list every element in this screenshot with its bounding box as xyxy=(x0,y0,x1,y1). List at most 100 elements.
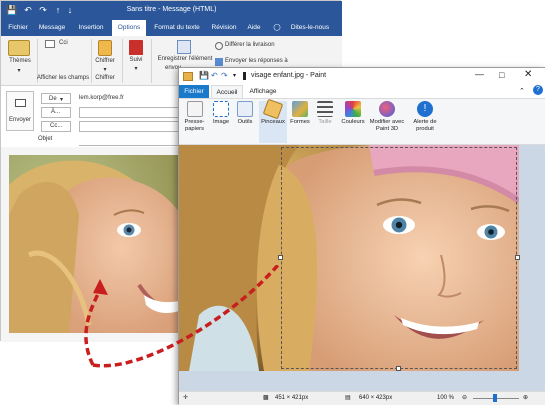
paint3d-button[interactable]: Modifier avec Paint 3D xyxy=(369,101,405,143)
arrowhead xyxy=(93,279,108,295)
taille-button[interactable]: Taille xyxy=(313,101,337,143)
selection-size-icon: ▩ xyxy=(263,395,269,401)
zoom-out-button[interactable]: ⊖ xyxy=(462,392,467,405)
pinceaux-label: Pinceaux xyxy=(261,119,285,125)
paint-status-bar: ✛ ▩ 451 × 421px ▤ 640 × 423px 100 % ⊖ ⊕ xyxy=(179,391,545,405)
dashed-arrow xyxy=(84,265,280,368)
chevron-down-icon: ▾ xyxy=(134,66,138,72)
paint-ribbon: Presse-papiers Image Outils Pinceaux For… xyxy=(179,98,545,145)
title-separator xyxy=(243,72,246,80)
selection-handle[interactable] xyxy=(278,255,283,260)
to-label: À... xyxy=(51,109,61,115)
paint-ribbon-tabs: Fichier Accueil Affichage ⌃ ? xyxy=(179,85,545,98)
clock-icon xyxy=(215,42,223,50)
paint-title-bar: 💾 ↶ ↷ ▾ visage enfant.jpg - Paint — □ ✕ xyxy=(179,68,545,85)
brush-icon xyxy=(262,98,284,120)
pinceaux-button[interactable]: Pinceaux xyxy=(259,98,287,143)
outlook-window-title: Sans titre - Message (HTML) xyxy=(126,6,217,13)
from-dropdown-button[interactable]: De ▾ xyxy=(41,93,71,104)
themes-icon xyxy=(8,40,30,56)
chevron-down-icon[interactable]: ▾ xyxy=(233,72,236,79)
save-icon[interactable]: 💾 xyxy=(199,71,209,80)
taille-label: Taille xyxy=(318,119,332,125)
cc-button[interactable]: Cc... xyxy=(41,121,71,132)
chevron-down-icon: ▾ xyxy=(60,97,64,103)
outlook-ribbon-tabs: Fichier Message Insertion Options Format… xyxy=(1,20,342,36)
pencil-icon xyxy=(237,101,253,117)
envoyer-reponses-button[interactable]: Envoyer les réponses à xyxy=(225,58,291,64)
minimize-button[interactable]: — xyxy=(475,69,484,79)
reply-to-icon xyxy=(215,58,223,66)
chevron-up-icon[interactable]: ⌃ xyxy=(519,87,525,95)
subject-label: Objet xyxy=(38,136,53,142)
alerte-label: Alerte de produit xyxy=(413,119,437,132)
themes-button[interactable]: Thèmes xyxy=(3,58,37,64)
afficher-champs-group-label: Afficher les champs xyxy=(36,75,90,81)
shapes-icon xyxy=(292,101,308,117)
tab-fichier[interactable]: Fichier xyxy=(179,85,209,98)
chiffrer-group-label: Chiffrer xyxy=(95,75,115,81)
chevron-down-icon: ▾ xyxy=(103,67,107,73)
zoom-in-button[interactable]: ⊕ xyxy=(523,392,528,405)
outils-label: Outils xyxy=(237,119,253,125)
send-button-label: Envoyer xyxy=(8,117,31,123)
tab-accueil[interactable]: Accueil xyxy=(211,85,243,98)
chiffrer-button[interactable]: Chiffrer xyxy=(89,58,121,64)
paint-app-icon xyxy=(183,72,193,81)
image-size: 640 × 423px xyxy=(359,395,393,401)
formes-button[interactable]: Formes xyxy=(289,101,311,143)
move-cursor-icon: ✛ xyxy=(183,395,189,401)
selection-handle[interactable] xyxy=(515,255,520,260)
maximize-button[interactable]: □ xyxy=(499,70,504,80)
tab-revision[interactable]: Révision xyxy=(208,20,240,36)
image-size-icon: ▤ xyxy=(345,395,351,401)
tab-insertion[interactable]: Insertion xyxy=(73,20,109,36)
selection-rectangle[interactable] xyxy=(281,147,517,369)
formes-label: Formes xyxy=(290,119,310,125)
zoom-level: 100 % xyxy=(437,395,455,401)
tab-fichier[interactable]: Fichier xyxy=(4,20,32,36)
save-item-icon xyxy=(177,40,191,54)
size-lines-icon xyxy=(317,101,333,117)
enregistrer-element-button[interactable]: Enregistrer l'élément xyxy=(151,56,219,62)
zoom-slider-thumb[interactable] xyxy=(493,394,497,402)
cci-button[interactable]: Cci xyxy=(59,40,73,46)
alerte-produit-button[interactable]: ! Alerte de produit xyxy=(409,101,441,143)
couleurs-label: Couleurs xyxy=(341,119,365,125)
tab-affichage[interactable]: Affichage xyxy=(245,85,281,98)
info-icon: ! xyxy=(417,101,433,117)
presse-papiers-button[interactable]: Presse-papiers xyxy=(181,101,208,143)
paint-window-title: visage enfant.jpg - Paint xyxy=(251,72,327,79)
envoy-label: envoy xyxy=(164,65,181,71)
tab-message[interactable]: Message xyxy=(34,20,70,36)
outils-button[interactable]: Outils xyxy=(234,101,256,143)
image-button[interactable]: Image xyxy=(210,101,232,143)
tab-options[interactable]: Options xyxy=(112,20,146,36)
suivi-button[interactable]: Suivi xyxy=(123,57,149,63)
from-value: lem.korp@free.fr xyxy=(79,95,124,101)
cci-icon xyxy=(45,40,55,48)
close-button[interactable]: ✕ xyxy=(524,69,532,80)
from-label: De xyxy=(49,96,57,102)
lightbulb-icon: ◯ xyxy=(273,24,281,31)
send-button[interactable]: Envoyer xyxy=(6,91,34,131)
chevron-down-icon: ▾ xyxy=(17,68,21,74)
envelope-icon xyxy=(15,99,26,107)
help-icon[interactable]: ? xyxy=(533,85,543,95)
tab-aide[interactable]: Aide xyxy=(243,20,265,36)
tab-dites-le-nous[interactable]: Dites-le-nous xyxy=(286,20,334,36)
undo-icon[interactable]: ↶ xyxy=(211,71,218,80)
outlook-title-bar: 💾 ↶ ↷ ↑ ↓ Sans titre - Message (HTML) xyxy=(1,1,342,20)
palette-icon xyxy=(345,101,361,117)
selection-handle[interactable] xyxy=(396,366,401,371)
differer-livraison-button[interactable]: Différer la livraison xyxy=(225,42,285,48)
select-image-icon xyxy=(213,101,229,117)
presse-papiers-label: Presse-papiers xyxy=(184,119,205,132)
to-button[interactable]: À... xyxy=(41,107,71,118)
redo-icon[interactable]: ↷ xyxy=(221,71,228,80)
paint3d-icon xyxy=(379,101,395,117)
couleurs-button[interactable]: Couleurs xyxy=(339,101,367,143)
selection-size: 451 × 421px xyxy=(275,395,309,401)
clipboard-icon xyxy=(186,101,203,117)
tab-format-du-texte[interactable]: Format du texte xyxy=(149,20,205,36)
